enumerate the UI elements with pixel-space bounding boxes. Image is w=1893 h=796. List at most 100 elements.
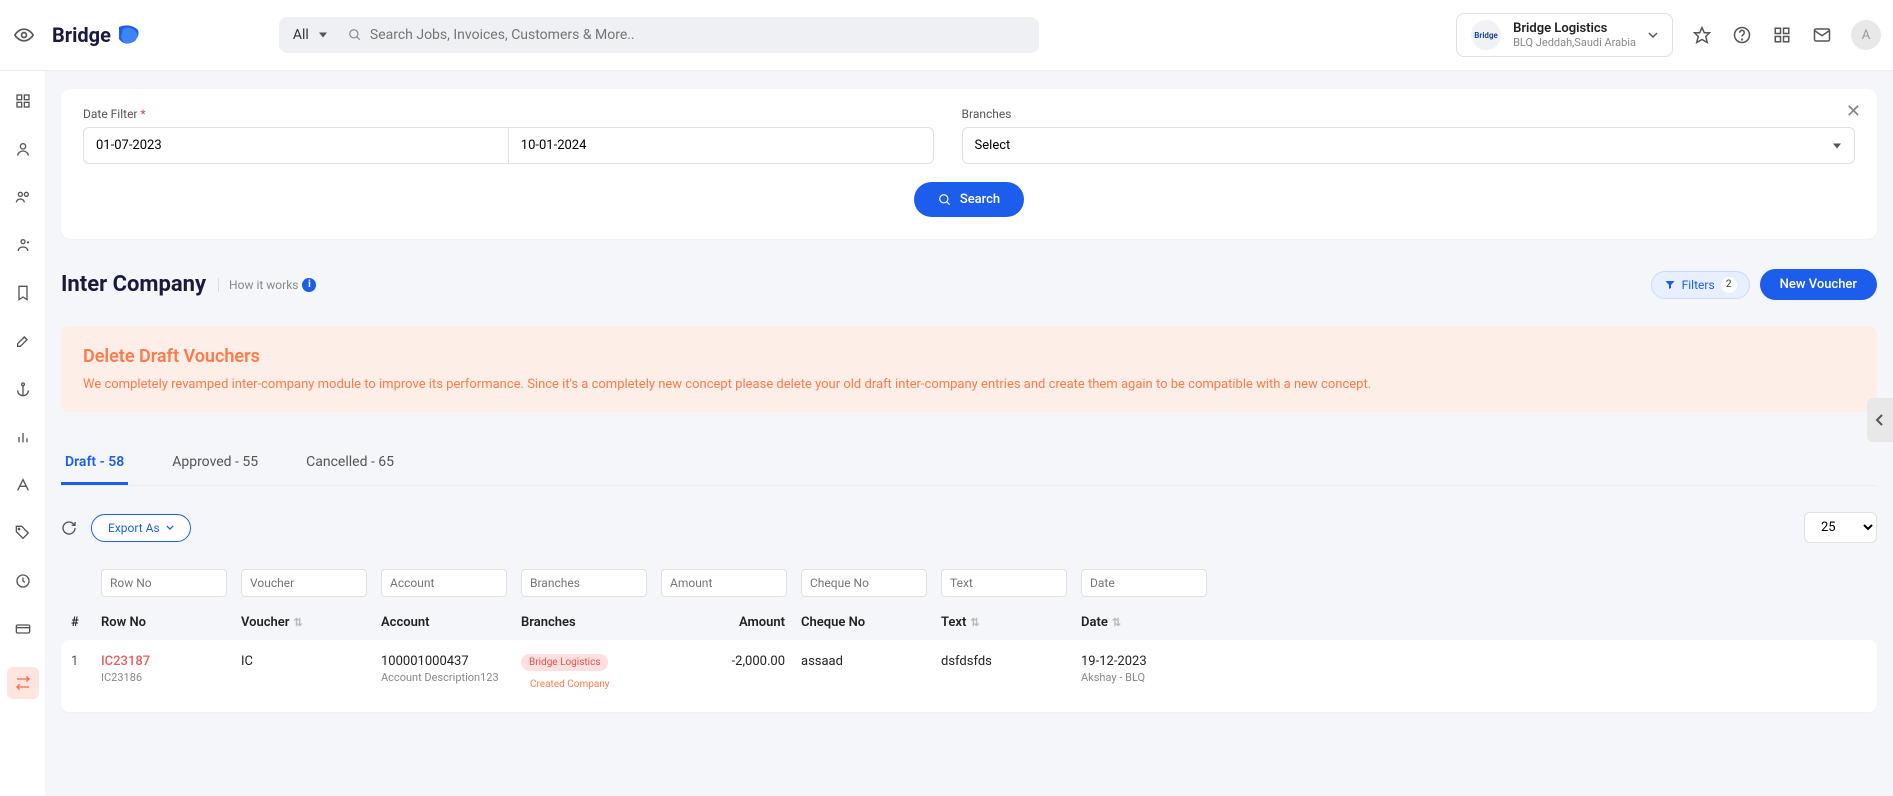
export-button[interactable]: Export As: [91, 514, 191, 542]
sidebar-bookmark-icon[interactable]: [13, 283, 33, 303]
main-content: ✕ Date Filter * Branches Select: [45, 71, 1893, 796]
apps-grid-icon[interactable]: [1771, 24, 1793, 46]
col-idx[interactable]: #: [61, 615, 101, 630]
cell-date: 19-12-2023 Akshay - BLQ: [1081, 654, 1221, 684]
date-filter-label: Date Filter *: [83, 107, 934, 121]
app-logo[interactable]: Bridge: [52, 23, 143, 47]
filter-amount[interactable]: [661, 569, 787, 597]
sort-icon: ⇅: [1112, 616, 1121, 629]
sidebar-tag-icon[interactable]: [13, 523, 33, 543]
search-scope-value[interactable]: All: [279, 27, 337, 43]
alert-title: Delete Draft Vouchers: [83, 346, 1855, 367]
star-icon[interactable]: [1691, 24, 1713, 46]
sidebar-group-icon[interactable]: [13, 235, 33, 255]
column-filter-row: [61, 565, 1877, 601]
company-text: Bridge Logistics BLQ Jeddah,Saudi Arabia: [1513, 21, 1636, 49]
collapse-panel-button[interactable]: [1867, 398, 1893, 442]
filter-icon: [1664, 279, 1676, 291]
sidebar-users-icon[interactable]: [13, 187, 33, 207]
alert-banner: Delete Draft Vouchers We completely reva…: [61, 326, 1877, 412]
filters-count: 2: [1721, 277, 1737, 293]
company-location: BLQ Jeddah,Saudi Arabia: [1513, 36, 1636, 49]
page-title: Inter Company: [61, 272, 206, 297]
branches-label: Branches: [962, 107, 1855, 121]
search-scope-select[interactable]: All: [279, 27, 338, 43]
col-amount[interactable]: Amount: [661, 615, 801, 630]
search-button[interactable]: Search: [914, 182, 1024, 217]
col-cheque[interactable]: Cheque No: [801, 615, 941, 630]
filters-pill[interactable]: Filters 2: [1651, 271, 1750, 299]
info-icon: i: [302, 278, 316, 292]
top-bar: Bridge All Bridge Bridge Logistics BLQ J…: [0, 0, 1893, 71]
col-branches[interactable]: Branches: [521, 615, 661, 630]
col-text[interactable]: Text⇅: [941, 615, 1081, 630]
sidebar: [0, 71, 45, 796]
sidebar-anchor-icon[interactable]: [13, 379, 33, 399]
company-selector[interactable]: Bridge Bridge Logistics BLQ Jeddah,Saudi…: [1456, 13, 1673, 57]
table-row[interactable]: 1 IC23187 IC23186 IC 100001000437 Accoun…: [61, 640, 1877, 712]
chevron-down-icon: [166, 525, 174, 530]
sidebar-card-icon[interactable]: [13, 619, 33, 639]
cell-voucher: IC: [241, 654, 381, 669]
sort-icon: ⇅: [293, 616, 302, 629]
help-icon[interactable]: [1731, 24, 1753, 46]
sort-icon: ⇅: [970, 616, 979, 629]
data-table: # Row No Voucher⇅ Account Branches Amoun…: [61, 565, 1877, 712]
logo-text: Bridge: [52, 23, 111, 47]
filter-cheque[interactable]: [801, 569, 927, 597]
tab-approved[interactable]: Approved - 55: [168, 442, 262, 485]
filter-account[interactable]: [381, 569, 507, 597]
filter-text[interactable]: [941, 569, 1067, 597]
search-icon: [938, 193, 952, 207]
cell-account: 100001000437 Account Description123: [381, 654, 521, 684]
company-name: Bridge Logistics: [1513, 21, 1636, 36]
refresh-icon[interactable]: [61, 520, 77, 536]
filter-voucher[interactable]: [241, 569, 367, 597]
date-to-input[interactable]: [508, 127, 934, 164]
new-voucher-button[interactable]: New Voucher: [1760, 269, 1877, 300]
sidebar-font-icon[interactable]: [13, 475, 33, 495]
mail-icon[interactable]: [1811, 24, 1833, 46]
chevron-down-icon: [1648, 32, 1658, 38]
page-header-row: Inter Company How it works i Filters 2 N…: [61, 269, 1877, 300]
branch-badge: Bridge Logistics: [521, 654, 608, 671]
company-mini-logo: Bridge: [1471, 20, 1501, 50]
filter-row-no[interactable]: [101, 569, 227, 597]
sidebar-chart-icon[interactable]: [13, 427, 33, 447]
col-date[interactable]: Date⇅: [1081, 615, 1221, 630]
filter-date[interactable]: [1081, 569, 1207, 597]
sidebar-intercompany-icon[interactable]: [7, 667, 39, 699]
search-input[interactable]: [370, 27, 1029, 43]
search-icon: [348, 28, 362, 42]
sidebar-clock-icon[interactable]: [13, 571, 33, 591]
cell-cheque: assaad: [801, 654, 941, 669]
col-row-no[interactable]: Row No: [101, 615, 241, 630]
cell-text: dsfdsfds: [941, 654, 1081, 669]
cell-idx: 1: [61, 654, 101, 669]
tab-draft[interactable]: Draft - 58: [61, 442, 128, 485]
col-account[interactable]: Account: [381, 615, 521, 630]
date-from-input[interactable]: [83, 127, 508, 164]
cell-row-no: IC23187 IC23186: [101, 654, 241, 684]
created-company-badge: Created Company: [521, 675, 619, 694]
tab-cancelled[interactable]: Cancelled - 65: [302, 442, 398, 485]
page-size-value[interactable]: 25: [1804, 512, 1877, 543]
how-it-works-link[interactable]: How it works i: [218, 278, 316, 292]
sidebar-edit-icon[interactable]: [13, 331, 33, 351]
filter-branches[interactable]: [521, 569, 647, 597]
branches-select[interactable]: Select: [962, 127, 1855, 164]
filter-panel: ✕ Date Filter * Branches Select: [61, 89, 1877, 239]
tabs: Draft - 58 Approved - 55 Cancelled - 65: [61, 442, 1877, 486]
sidebar-user-icon[interactable]: [13, 139, 33, 159]
col-voucher[interactable]: Voucher⇅: [241, 615, 381, 630]
global-search: All: [279, 17, 1039, 53]
user-avatar[interactable]: A: [1851, 20, 1881, 50]
close-icon[interactable]: ✕: [1846, 101, 1861, 122]
visibility-icon[interactable]: [12, 28, 36, 42]
sidebar-dashboard-icon[interactable]: [13, 91, 33, 111]
cell-amount: -2,000.00: [661, 654, 801, 669]
cell-branches: Bridge Logistics Created Company: [521, 654, 661, 698]
table-header-row: # Row No Voucher⇅ Account Branches Amoun…: [61, 601, 1877, 640]
page-size-select[interactable]: 25: [1804, 512, 1877, 543]
table-toolbar: Export As 25: [61, 512, 1877, 543]
